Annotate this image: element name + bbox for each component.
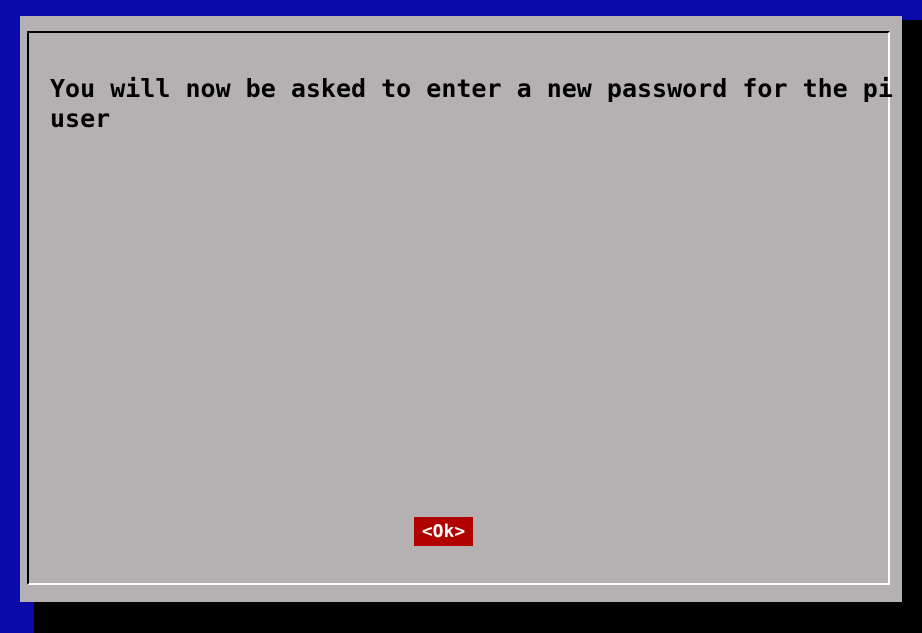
dialog-message-line: You will now be asked to enter a new pas… — [50, 74, 893, 103]
dialog-message-line: user — [50, 104, 111, 133]
password-dialog: You will now be asked to enter a new pas… — [20, 16, 902, 602]
terminal-screen: You will now be asked to enter a new pas… — [0, 0, 922, 633]
ok-button[interactable]: <Ok> — [414, 517, 473, 546]
dialog-message: You will now be asked to enter a new pas… — [50, 74, 893, 134]
